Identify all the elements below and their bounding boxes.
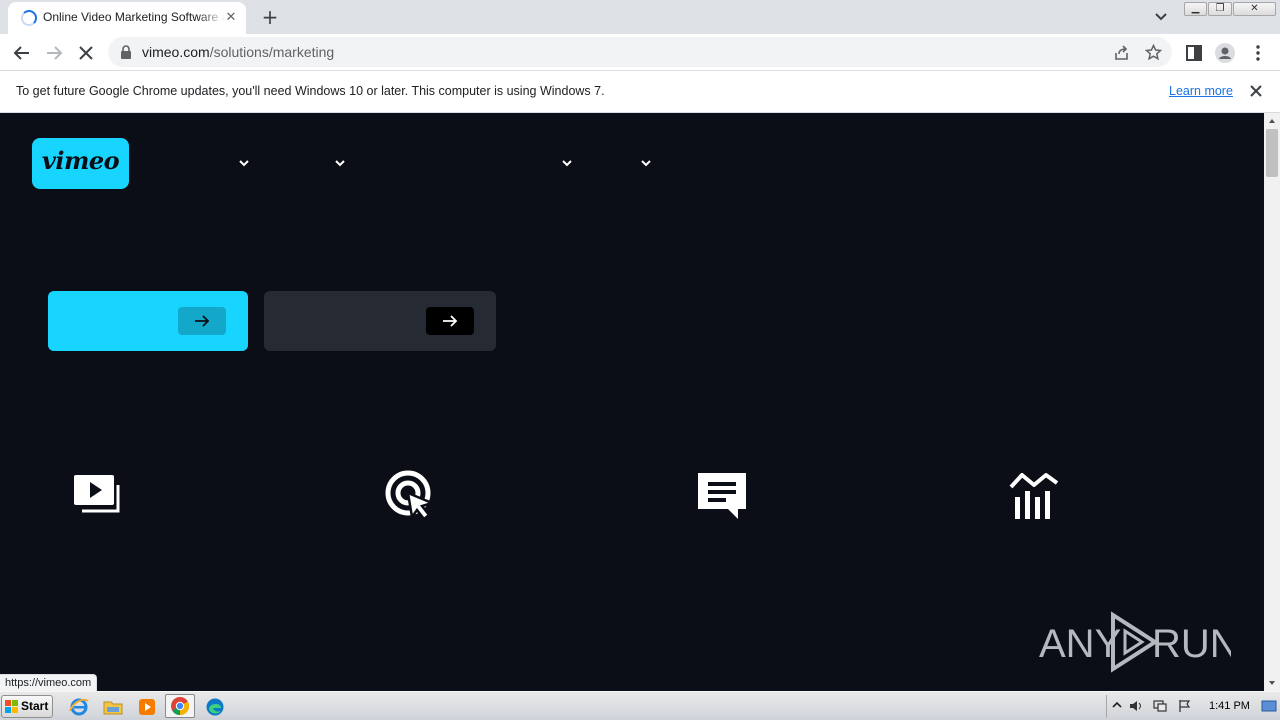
page-scrollbar[interactable] <box>1264 113 1280 691</box>
loading-spinner-icon <box>21 10 37 26</box>
tab-search-icon[interactable] <box>1152 8 1170 26</box>
primary-cta-button[interactable] <box>48 291 248 351</box>
media-player-icon[interactable] <box>136 696 158 718</box>
vimeo-logo[interactable]: vimeo <box>32 138 129 189</box>
minimize-button[interactable]: ▁ <box>1184 2 1207 16</box>
volume-icon[interactable] <box>1129 699 1143 713</box>
tray-expand-icon[interactable] <box>1110 699 1124 713</box>
address-bar[interactable]: vimeo.com/solutions/marketing <box>108 37 1172 67</box>
new-tab-button[interactable]: + <box>260 7 280 27</box>
close-icon[interactable] <box>1248 83 1264 99</box>
chat-message-icon <box>698 473 746 519</box>
browser-tab[interactable]: Online Video Marketing Software and Tool… <box>8 2 246 34</box>
screen: Online Video Marketing Software and Tool… <box>0 0 1280 720</box>
video-library-icon <box>74 475 120 513</box>
edge-icon[interactable] <box>204 696 226 718</box>
file-explorer-icon[interactable] <box>102 696 124 718</box>
watermark-text-right: RUN <box>1152 622 1231 666</box>
anyrun-watermark: ANY RUN <box>1039 611 1231 673</box>
update-infobar: To get future Google Chrome updates, you… <box>0 71 1280 113</box>
chrome-icon <box>171 697 190 715</box>
show-desktop-icon[interactable] <box>1261 699 1277 713</box>
arrow-right-icon <box>443 315 458 327</box>
scroll-thumb[interactable] <box>1266 129 1278 177</box>
infobar-message: To get future Google Chrome updates, you… <box>16 84 605 98</box>
learn-more-link[interactable]: Learn more <box>1169 84 1233 98</box>
tray-separator <box>1106 695 1107 718</box>
system-clock[interactable]: 1:41 PM <box>1209 700 1250 712</box>
browser-toolbar: vimeo.com/solutions/marketing <box>0 34 1280 71</box>
scroll-up-icon[interactable] <box>1268 117 1276 125</box>
bookmark-star-icon[interactable] <box>1145 44 1162 61</box>
windows-logo-icon <box>5 700 18 713</box>
secondary-cta-button[interactable] <box>264 291 496 351</box>
chevron-down-icon[interactable] <box>238 157 250 169</box>
chevron-down-icon[interactable] <box>334 157 346 169</box>
target-cursor-icon <box>385 470 436 521</box>
page-content: vimeo ANY RUN <box>0 113 1264 691</box>
tab-close-icon[interactable]: ✕ <box>223 10 239 26</box>
restore-button[interactable]: ❐ <box>1208 2 1232 16</box>
share-icon[interactable] <box>1113 44 1130 61</box>
forward-arrow-icon[interactable] <box>43 42 65 64</box>
arrow-box <box>178 307 226 335</box>
close-window-button[interactable]: ✕ <box>1233 2 1276 16</box>
windows-taskbar: Start 1:41 PM <box>0 691 1280 720</box>
start-button[interactable]: Start <box>1 695 53 718</box>
status-url-bubble: https://vimeo.com <box>0 674 98 692</box>
tab-strip: Online Video Marketing Software and Tool… <box>0 0 1280 34</box>
tab-title: Online Video Marketing Software and Tool… <box>43 10 225 24</box>
action-center-flag-icon[interactable] <box>1178 699 1192 713</box>
arrow-box <box>426 307 474 335</box>
chrome-taskbar-button[interactable] <box>165 694 195 718</box>
side-panel-icon[interactable] <box>1184 43 1204 63</box>
network-icon[interactable] <box>1153 699 1167 713</box>
profile-avatar-icon[interactable] <box>1215 43 1235 63</box>
analytics-chart-icon <box>1009 473 1059 519</box>
lock-icon <box>121 45 131 59</box>
watermark-text-left: ANY <box>1039 622 1121 666</box>
back-arrow-icon[interactable] <box>11 42 33 64</box>
menu-kebab-icon[interactable] <box>1248 43 1268 63</box>
arrow-right-icon <box>195 315 210 327</box>
internet-explorer-icon[interactable] <box>68 696 90 718</box>
scroll-down-icon[interactable] <box>1268 679 1276 687</box>
stop-loading-icon[interactable] <box>75 42 97 64</box>
chevron-down-icon[interactable] <box>640 157 652 169</box>
url-text: vimeo.com/solutions/marketing <box>142 44 335 60</box>
chevron-down-icon[interactable] <box>561 157 573 169</box>
